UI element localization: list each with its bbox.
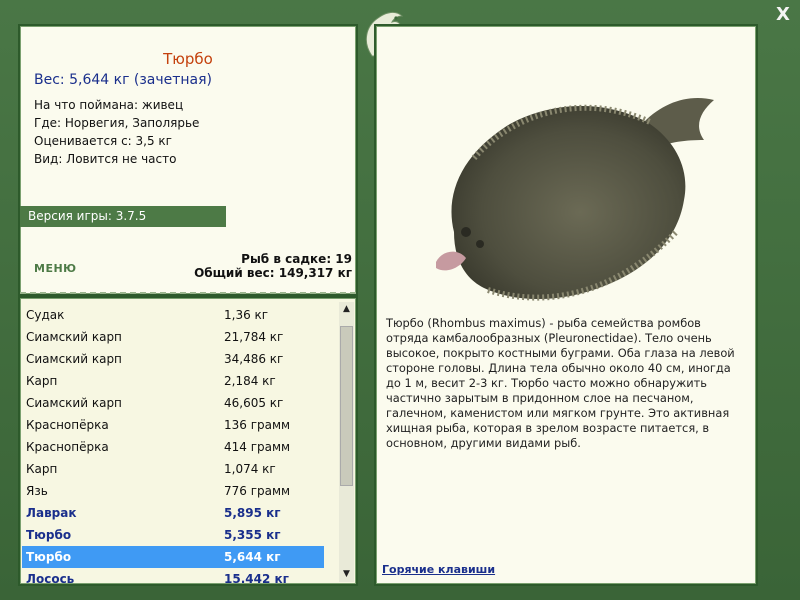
menu-button[interactable]: МЕНЮ <box>34 262 77 275</box>
list-item-name: Сиамский карп <box>26 396 122 410</box>
list-item[interactable]: Краснопёрка 414 грамм <box>22 436 324 458</box>
list-item-name: Сиамский карп <box>26 330 122 344</box>
list-item-weight: 5,355 кг <box>224 528 281 542</box>
fish-title: Тюрбо <box>163 50 213 68</box>
total-weight: Общий вес: 149,317 кг <box>194 266 352 280</box>
hotkeys-link[interactable]: Горячие клавиши <box>382 563 495 576</box>
list-item-name: Лосось <box>26 572 75 586</box>
list-item-name: Карп <box>26 374 58 388</box>
list-item-weight: 1,36 кг <box>224 308 269 322</box>
list-item-weight: 5,895 кг <box>224 506 281 520</box>
list-item[interactable]: Судак 1,36 кг <box>22 304 324 326</box>
list-scrollbar[interactable]: ▲ ▼ <box>339 302 354 582</box>
close-button[interactable]: X <box>774 6 792 24</box>
fish-weight: Вес: 5,644 кг (зачетная) <box>34 72 213 88</box>
list-item-weight: 2,184 кг <box>224 374 276 388</box>
list-item[interactable]: Язь 776 грамм <box>22 480 324 502</box>
rated-from-text: Оценивается с: 3,5 кг <box>34 134 172 148</box>
list-item-name: Язь <box>26 484 48 498</box>
list-item-weight: 15.442 кг <box>224 572 289 586</box>
scroll-up-icon[interactable]: ▲ <box>339 302 354 317</box>
scroll-thumb[interactable] <box>340 326 353 486</box>
list-item[interactable]: Тюрбо 5,644 кг <box>22 546 324 568</box>
list-item[interactable]: Лаврак 5,895 кг <box>22 502 324 524</box>
caught-on-text: На что поймана: живец <box>34 98 184 112</box>
fish-info-panel: Тюрбо Вес: 5,644 кг (зачетная) На что по… <box>18 24 358 296</box>
version-bar: Версия игры: 3.7.5 <box>20 206 226 227</box>
divider <box>20 292 356 294</box>
list-item-weight: 46,605 кг <box>224 396 284 410</box>
list-item-name: Тюрбо <box>26 528 72 542</box>
list-item-weight: 1,074 кг <box>224 462 276 476</box>
list-item-name: Карп <box>26 462 58 476</box>
list-item-weight: 414 грамм <box>224 440 291 454</box>
list-item[interactable]: Сиамский карп 46,605 кг <box>22 392 324 414</box>
fish-details: На что поймана: живец Где: Норвегия, Зап… <box>34 96 199 168</box>
fish-description: Тюрбо (Rhombus maximus) - рыба семейства… <box>386 316 735 450</box>
list-item-name: Тюрбо <box>26 550 72 564</box>
list-item[interactable]: Сиамский карп 21,784 кг <box>22 326 324 348</box>
catch-list-panel: Судак 1,36 кг Сиамский карп 21,784 кг Сиамск… <box>18 296 358 586</box>
list-item[interactable]: Сиамский карп 34,486 кг <box>22 348 324 370</box>
scroll-down-icon[interactable]: ▼ <box>339 567 354 582</box>
list-item-weight: 34,486 кг <box>224 352 284 366</box>
location-text: Где: Норвегия, Заполярье <box>34 116 200 130</box>
list-item-weight: 5,644 кг <box>224 550 281 564</box>
cage-stats: Рыб в садке: 19 Общий вес: 149,317 кг <box>194 252 352 280</box>
list-item-name: Краснопёрка <box>26 418 109 432</box>
fish-count: Рыб в садке: 19 <box>241 252 352 266</box>
list-item-name: Сиамский карп <box>26 352 122 366</box>
list-item[interactable]: Карп 1,074 кг <box>22 458 324 480</box>
fish-description-panel: Тюрбо (Rhombus maximus) - рыба семейства… <box>374 24 758 586</box>
list-item[interactable]: Краснопёрка 136 грамм <box>22 414 324 436</box>
list-item-name: Судак <box>26 308 65 322</box>
turbot-image <box>436 98 714 301</box>
catch-list: Судак 1,36 кг Сиамский карп 21,784 кг Сиамск… <box>22 304 324 590</box>
list-item[interactable]: Карп 2,184 кг <box>22 370 324 392</box>
list-item[interactable]: Тюрбо 5,355 кг <box>22 524 324 546</box>
list-item[interactable]: Лосось 15.442 кг <box>22 568 324 590</box>
list-item-name: Лаврак <box>26 506 77 520</box>
list-item-weight: 136 грамм <box>224 418 291 432</box>
kind-text: Вид: Ловится не часто <box>34 152 177 166</box>
list-item-weight: 776 грамм <box>224 484 291 498</box>
list-item-weight: 21,784 кг <box>224 330 284 344</box>
list-item-name: Краснопёрка <box>26 440 109 454</box>
